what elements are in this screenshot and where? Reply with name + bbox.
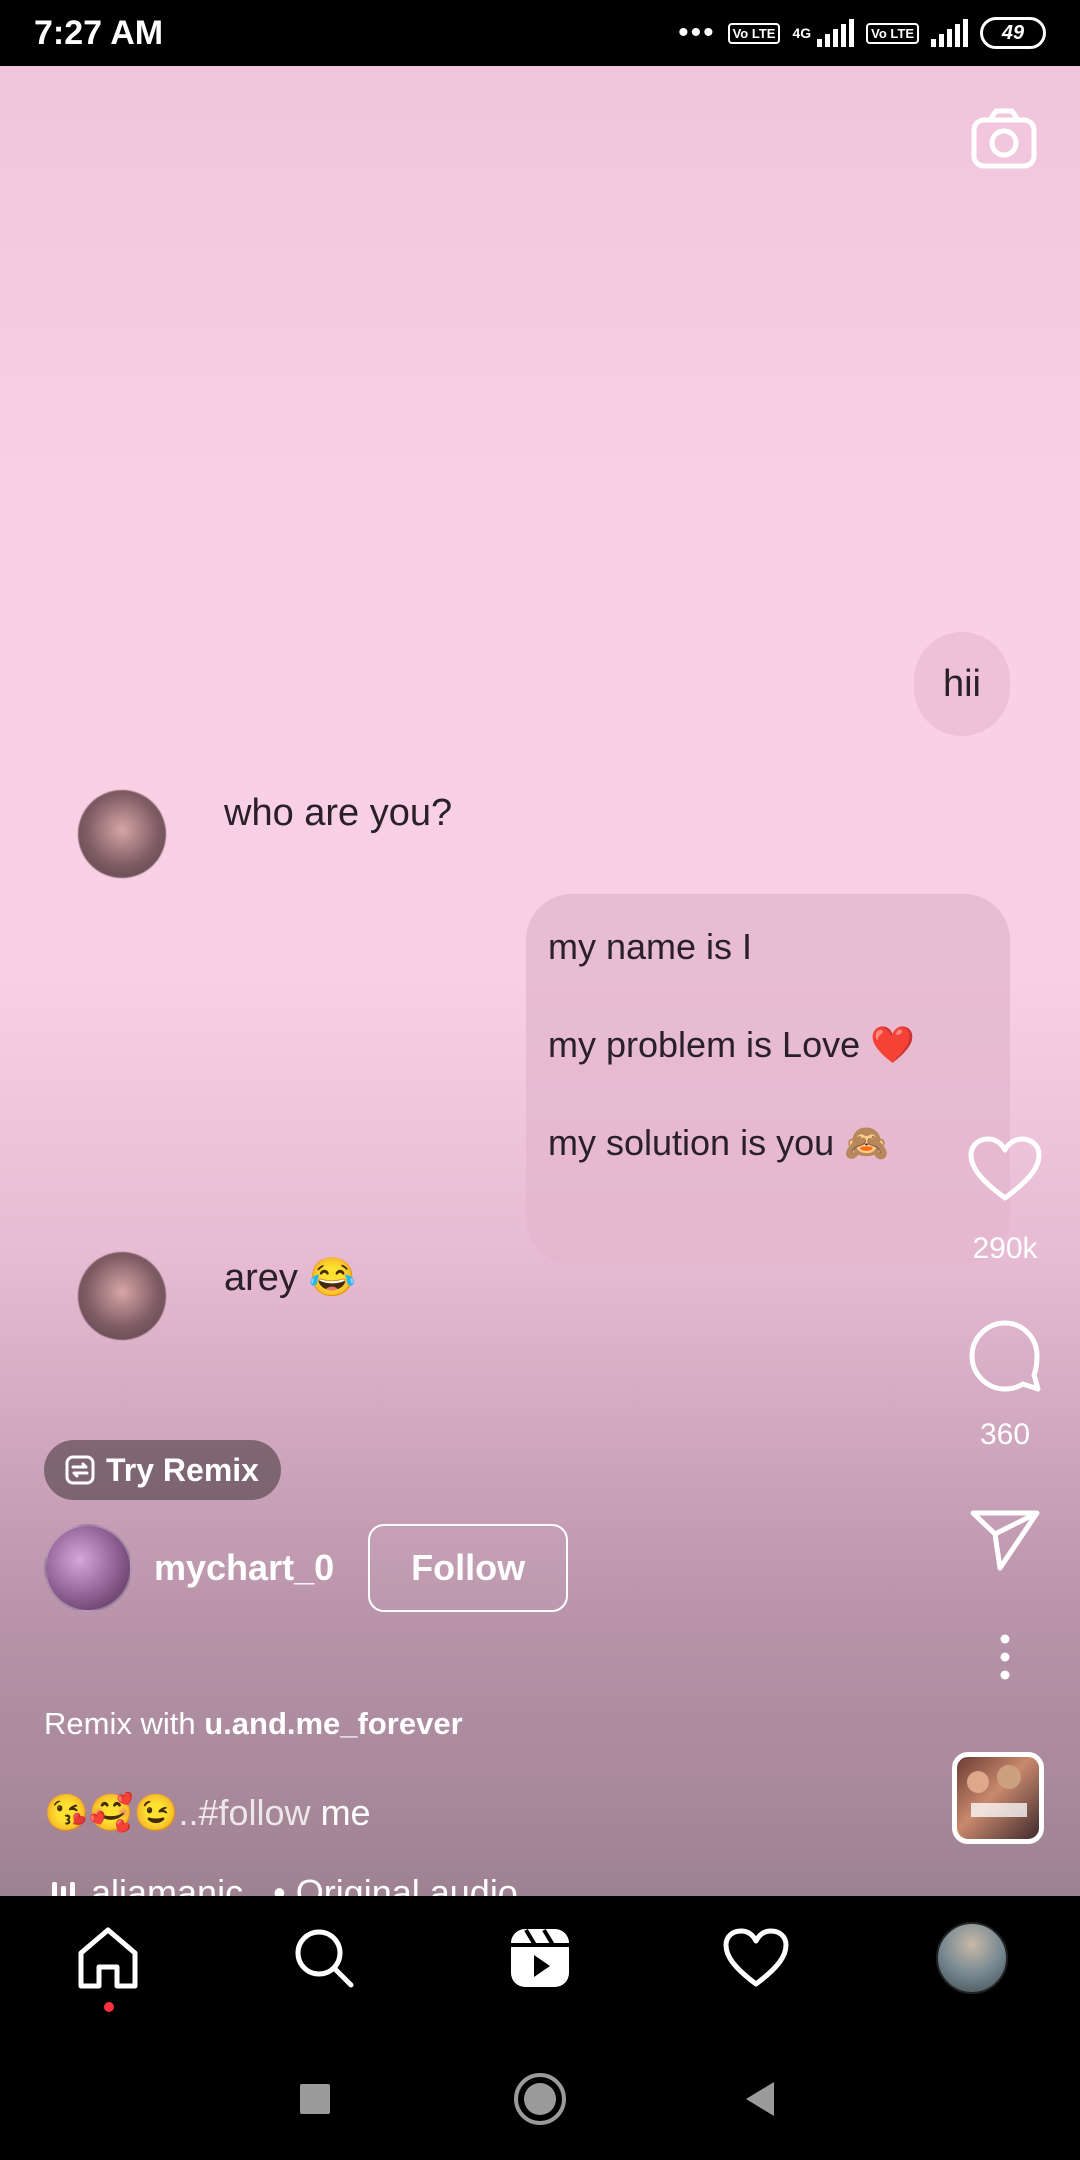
remix-with[interactable]: Remix with u.and.me_forever: [44, 1706, 463, 1742]
author-row: mychart_0 Follow: [44, 1524, 569, 1612]
comment-button[interactable]: [930, 1318, 1080, 1399]
message-who: who are you?: [224, 792, 453, 834]
avatar: [936, 1922, 1008, 1994]
caption[interactable]: 😘🥰😉..#follow me: [44, 1792, 371, 1834]
nav-home[interactable]: [68, 1918, 148, 1998]
send-icon: [970, 1510, 1040, 1571]
message-arey: arey 😂: [224, 1257, 356, 1299]
like-button[interactable]: [930, 1136, 1080, 1207]
message-line-name: my name is I: [548, 926, 753, 967]
system-nav: [0, 2034, 1080, 2160]
signal-icon-2: [931, 19, 968, 47]
home-circle-icon: [514, 2073, 566, 2125]
comment-icon: [969, 1320, 1041, 1392]
nav-activity[interactable]: [716, 1918, 796, 1998]
status-icons: ••• Vo LTE 4G Vo LTE 49: [678, 16, 1046, 50]
message-line-solution: my solution is you 🙈: [548, 1122, 889, 1163]
reel-video[interactable]: hii who are you? my name is I my problem…: [0, 66, 1080, 1896]
audio-album-art[interactable]: [952, 1752, 1044, 1844]
signal-icon: [817, 19, 855, 47]
share-button[interactable]: [930, 1508, 1080, 1577]
home-icon: [78, 1927, 138, 1989]
volte-icon: Vo LTE: [727, 22, 781, 44]
recents-button[interactable]: [280, 2064, 350, 2134]
status-bar: 7:27 AM ••• Vo LTE 4G Vo LTE 49: [0, 0, 1080, 66]
remix-user[interactable]: u.and.me_forever: [204, 1706, 462, 1741]
nav-profile[interactable]: [932, 1918, 1012, 1998]
nav-search[interactable]: [284, 1918, 364, 1998]
try-remix-label: Try Remix: [106, 1451, 259, 1488]
audio-bars-icon: [52, 1880, 75, 1896]
author-name[interactable]: mychart_0: [154, 1547, 334, 1589]
recents-icon: [300, 2084, 330, 2114]
follow-button[interactable]: Follow: [368, 1524, 569, 1612]
network-type: 4G: [792, 25, 812, 41]
try-remix-button[interactable]: Try Remix: [44, 1440, 281, 1500]
heart-icon: [723, 1928, 789, 1987]
back-icon: [746, 2082, 774, 2116]
comment-count: 360: [979, 1418, 1031, 1451]
heart-icon: [968, 1136, 1042, 1201]
status-time: 7:27 AM: [34, 13, 164, 52]
message-line-problem: my problem is Love ❤️: [548, 1024, 915, 1065]
like-count: 290k: [972, 1232, 1038, 1265]
home-system-button[interactable]: [505, 2064, 575, 2134]
remix-icon: [65, 1455, 95, 1485]
search-icon: [295, 1929, 354, 1988]
audio-label: aliamanic_ • Original audio: [91, 1872, 518, 1896]
nav-reels[interactable]: [500, 1918, 580, 1998]
caption-rest: me: [310, 1792, 371, 1833]
battery-icon: 49: [980, 17, 1046, 49]
more-notifications-icon: •••: [678, 16, 716, 49]
caption-emojis: 😘🥰😉: [44, 1792, 179, 1833]
back-button[interactable]: [725, 2064, 795, 2134]
chat-avatar: [78, 790, 166, 878]
bottom-nav: [0, 1896, 1080, 2034]
message-bubble-hii: hii: [914, 632, 1010, 736]
more-icon: [1000, 1634, 1010, 1680]
chat-avatar-2: [78, 1252, 166, 1340]
audio-row[interactable]: aliamanic_ • Original audio: [52, 1872, 518, 1896]
volte-icon-2: Vo LTE: [866, 22, 919, 44]
author-avatar[interactable]: [44, 1524, 132, 1612]
home-notification-dot: [104, 2002, 114, 2012]
reels-icon: [511, 1928, 569, 1987]
remix-prefix: Remix with: [44, 1706, 196, 1741]
more-button[interactable]: [930, 1634, 1080, 1685]
camera-icon[interactable]: [970, 106, 1038, 174]
message-bubble-multi: my name is I my problem is Love ❤️ my so…: [526, 894, 1010, 1264]
caption-hashtag[interactable]: ..#follow: [178, 1792, 310, 1833]
